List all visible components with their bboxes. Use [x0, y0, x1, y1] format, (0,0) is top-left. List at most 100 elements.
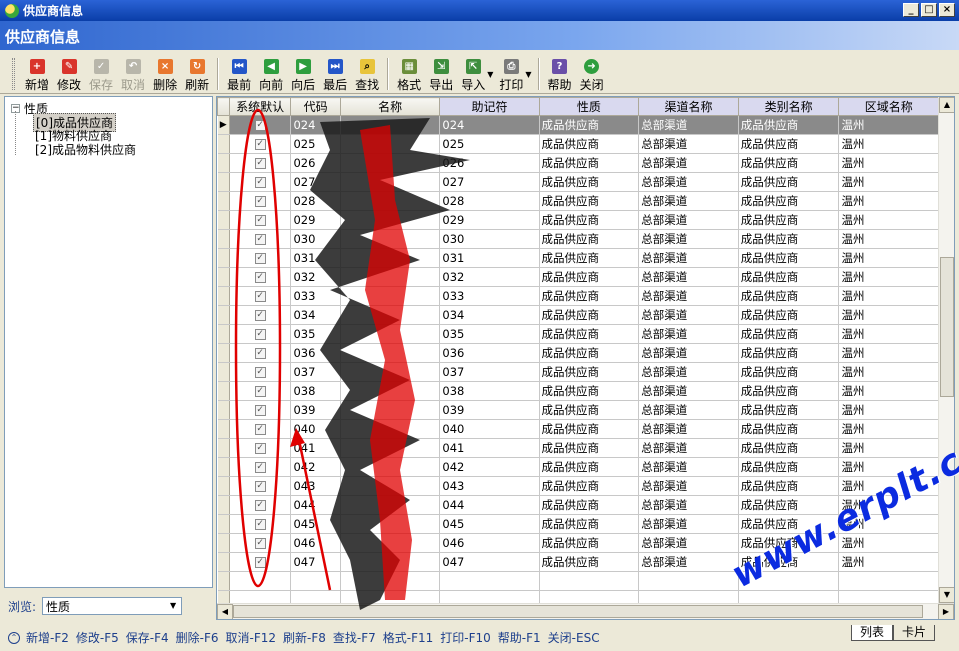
cell-channel[interactable]: 总部渠道	[638, 115, 739, 135]
cell-nature[interactable]: 成品供应商	[539, 457, 640, 477]
cell-nature[interactable]: 成品供应商	[539, 286, 640, 306]
cell-category[interactable]: 成品供应商	[738, 324, 840, 344]
checkbox-checked-icon[interactable]: ✓	[254, 139, 266, 150]
row-indicator[interactable]	[217, 552, 230, 572]
checkbox-checked-icon[interactable]: ✓	[254, 519, 266, 530]
cell-category[interactable]: 成品供应商	[738, 419, 840, 439]
checkbox-checked-icon[interactable]: ✓	[254, 120, 266, 131]
table-row[interactable]: ✓ 036 036 成品供应商 总部渠道 成品供应商 温州	[217, 343, 939, 363]
tab-card[interactable]: 卡片	[892, 625, 935, 641]
cell-name[interactable]	[340, 324, 441, 344]
cell-region[interactable]: 温州	[838, 134, 939, 154]
cell-channel[interactable]: 总部渠道	[638, 495, 739, 515]
default-checkbox-cell[interactable]: ✓	[229, 210, 292, 230]
cell-category[interactable]: 成品供应商	[738, 229, 840, 249]
cell-category[interactable]: 成品供应商	[738, 476, 840, 496]
table-row[interactable]: ✓ 035 035 成品供应商 总部渠道 成品供应商 温州	[217, 324, 939, 344]
cell-mnemonic[interactable]: 027	[439, 172, 540, 192]
cell-code[interactable]: 047	[290, 552, 341, 572]
cell-region[interactable]: 温州	[838, 324, 939, 344]
checkbox-checked-icon[interactable]: ✓	[254, 253, 266, 264]
horizontal-scroll-thumb[interactable]	[233, 605, 923, 618]
cell-region[interactable]: 温州	[838, 172, 939, 192]
cell-channel[interactable]: 总部渠道	[638, 229, 739, 249]
default-checkbox-cell[interactable]: ✓	[229, 153, 292, 173]
last-button[interactable]: ⏭ 最后	[319, 54, 351, 93]
cell-code[interactable]: 027	[290, 172, 341, 192]
row-indicator[interactable]	[217, 514, 230, 534]
vertical-scrollbar[interactable]: ▲ ▼	[938, 97, 954, 603]
cell-category[interactable]: 成品供应商	[738, 400, 840, 420]
scroll-down-icon[interactable]: ▼	[939, 587, 954, 603]
checkbox-checked-icon[interactable]: ✓	[254, 196, 266, 207]
scroll-up-icon[interactable]: ▲	[939, 97, 954, 113]
checkbox-checked-icon[interactable]: ✓	[254, 367, 266, 378]
cell-nature[interactable]: 成品供应商	[539, 172, 640, 192]
cell-channel[interactable]: 总部渠道	[638, 267, 739, 287]
cell-category[interactable]: 成品供应商	[738, 381, 840, 401]
print-dropdown-icon[interactable]: ▼	[525, 70, 531, 79]
cell-channel[interactable]: 总部渠道	[638, 153, 739, 173]
cell-mnemonic[interactable]: 028	[439, 191, 540, 211]
cell-nature[interactable]: 成品供应商	[539, 267, 640, 287]
close-icon[interactable]: ×	[939, 3, 955, 17]
cell-code[interactable]: 037	[290, 362, 341, 382]
cell-nature[interactable]: 成品供应商	[539, 495, 640, 515]
format-button[interactable]: ▦ 格式	[393, 54, 425, 93]
default-checkbox-cell[interactable]: ✓	[229, 134, 292, 154]
cell-category[interactable]: 成品供应商	[738, 134, 840, 154]
cell-nature[interactable]: 成品供应商	[539, 419, 640, 439]
cell-nature[interactable]: 成品供应商	[539, 381, 640, 401]
cell-mnemonic[interactable]: 042	[439, 457, 540, 477]
default-checkbox-cell[interactable]: ✓	[229, 286, 292, 306]
table-row[interactable]: ▶ ✓ 024 024 成品供应商 总部渠道 成品供应商 温州	[217, 115, 939, 135]
cell-code[interactable]: 032	[290, 267, 341, 287]
collapse-up-icon[interactable]: ⌃	[8, 631, 20, 644]
cell-nature[interactable]: 成品供应商	[539, 400, 640, 420]
cell-channel[interactable]: 总部渠道	[638, 438, 739, 458]
cell-nature[interactable]: 成品供应商	[539, 229, 640, 249]
cell-mnemonic[interactable]: 038	[439, 381, 540, 401]
scroll-right-icon[interactable]: ▶	[938, 604, 954, 619]
cell-region[interactable]: 温州	[838, 153, 939, 173]
cell-channel[interactable]: 总部渠道	[638, 134, 739, 154]
checkbox-checked-icon[interactable]: ✓	[254, 481, 266, 492]
cell-code[interactable]: 028	[290, 191, 341, 211]
tab-list[interactable]: 列表	[850, 625, 893, 641]
checkbox-checked-icon[interactable]: ✓	[254, 329, 266, 340]
cell-mnemonic[interactable]: 029	[439, 210, 540, 230]
table-row[interactable]: ✓ 027 027 成品供应商 总部渠道 成品供应商 温州	[217, 172, 939, 192]
cell-name[interactable]	[340, 172, 441, 192]
cell-mnemonic[interactable]: 036	[439, 343, 540, 363]
import-button[interactable]: ⇱ 导入	[457, 54, 489, 93]
cell-code[interactable]: 044	[290, 495, 341, 515]
default-checkbox-cell[interactable]: ✓	[229, 419, 292, 439]
cell-code[interactable]: 031	[290, 248, 341, 268]
cell-category[interactable]: 成品供应商	[738, 267, 840, 287]
cell-name[interactable]	[340, 400, 441, 420]
checkbox-checked-icon[interactable]: ✓	[254, 443, 266, 454]
table-row[interactable]: ✓ 042 042 成品供应商 总部渠道 成品供应商 温州	[217, 457, 939, 477]
cell-category[interactable]: 成品供应商	[738, 286, 840, 306]
cell-category[interactable]: 成品供应商	[738, 343, 840, 363]
refresh-button[interactable]: ↻ 刷新	[181, 54, 213, 93]
cell-code[interactable]: 039	[290, 400, 341, 420]
cell-nature[interactable]: 成品供应商	[539, 476, 640, 496]
cell-channel[interactable]: 总部渠道	[638, 514, 739, 534]
cell-name[interactable]	[340, 210, 441, 230]
cell-code[interactable]: 046	[290, 533, 341, 553]
checkbox-checked-icon[interactable]: ✓	[254, 177, 266, 188]
cell-channel[interactable]: 总部渠道	[638, 286, 739, 306]
table-row[interactable]: ✓ 040 040 成品供应商 总部渠道 成品供应商 温州	[217, 419, 939, 439]
column-header-channel[interactable]: 渠道名称	[638, 97, 739, 116]
cell-code[interactable]: 038	[290, 381, 341, 401]
maximize-icon[interactable]: □	[921, 3, 937, 17]
cell-category[interactable]: 成品供应商	[738, 153, 840, 173]
table-row[interactable]: ✓ 034 034 成品供应商 总部渠道 成品供应商 温州	[217, 305, 939, 325]
column-header-code[interactable]: 代码	[290, 97, 341, 116]
cell-category[interactable]: 成品供应商	[738, 172, 840, 192]
cell-channel[interactable]: 总部渠道	[638, 533, 739, 553]
default-checkbox-cell[interactable]: ✓	[229, 476, 292, 496]
cell-name[interactable]	[340, 115, 441, 135]
cell-region[interactable]: 温州	[838, 305, 939, 325]
